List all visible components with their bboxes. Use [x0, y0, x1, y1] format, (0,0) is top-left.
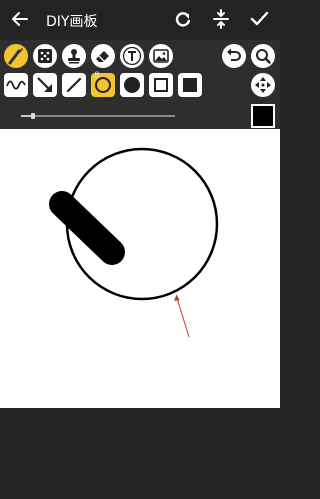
annotation-arrow [176, 297, 190, 338]
dice-icon [38, 49, 52, 63]
brush-size-value: 8 [94, 71, 100, 81]
undo-button[interactable] [222, 44, 246, 68]
image-tool-button[interactable] [149, 44, 173, 68]
page-title: DIY画板 [46, 14, 98, 30]
bottom-area [0, 408, 280, 499]
square-outline-icon [154, 78, 168, 92]
square-outline-tool-button[interactable] [149, 73, 173, 97]
arrow-tool-button[interactable] [33, 73, 57, 97]
brush-tool-button[interactable] [4, 44, 28, 68]
back-arrow-icon[interactable] [9, 8, 31, 30]
annotation-arrowhead [174, 294, 180, 301]
text-tool-button[interactable] [120, 44, 144, 68]
brush-icon [8, 48, 23, 65]
eraser-icon [96, 51, 109, 62]
text-icon [122, 46, 142, 66]
check-icon[interactable] [248, 8, 270, 30]
move-button[interactable] [251, 73, 275, 97]
slider-thumb[interactable] [31, 113, 36, 119]
brush-size-slider[interactable] [21, 113, 175, 119]
wave-line-icon [6, 80, 26, 90]
app-bar: DIY画板 [0, 0, 280, 40]
color-swatch[interactable] [251, 104, 275, 128]
stamp-icon [68, 49, 80, 64]
refresh-icon[interactable] [172, 8, 194, 30]
zoom-icon [256, 49, 271, 64]
image-icon [153, 49, 169, 63]
line-tool-button[interactable] [62, 73, 86, 97]
drawing-canvas[interactable] [0, 129, 280, 408]
dice-tool-button[interactable] [33, 44, 57, 68]
move-icon [255, 77, 271, 93]
freehand-tool-button[interactable] [4, 73, 28, 97]
compress-icon[interactable] [210, 8, 232, 30]
line-icon [66, 77, 82, 93]
canvas-drawing [49, 147, 219, 338]
stamp-tool-button[interactable] [62, 44, 86, 68]
undo-icon [227, 48, 241, 61]
zoom-button[interactable] [251, 44, 275, 68]
circle-filled-icon [124, 77, 140, 93]
arrow-icon [37, 77, 52, 92]
circle-filled-tool-button[interactable] [120, 73, 144, 97]
square-filled-icon [183, 78, 197, 92]
eraser-tool-button[interactable] [91, 44, 115, 68]
square-filled-tool-button[interactable] [178, 73, 202, 97]
